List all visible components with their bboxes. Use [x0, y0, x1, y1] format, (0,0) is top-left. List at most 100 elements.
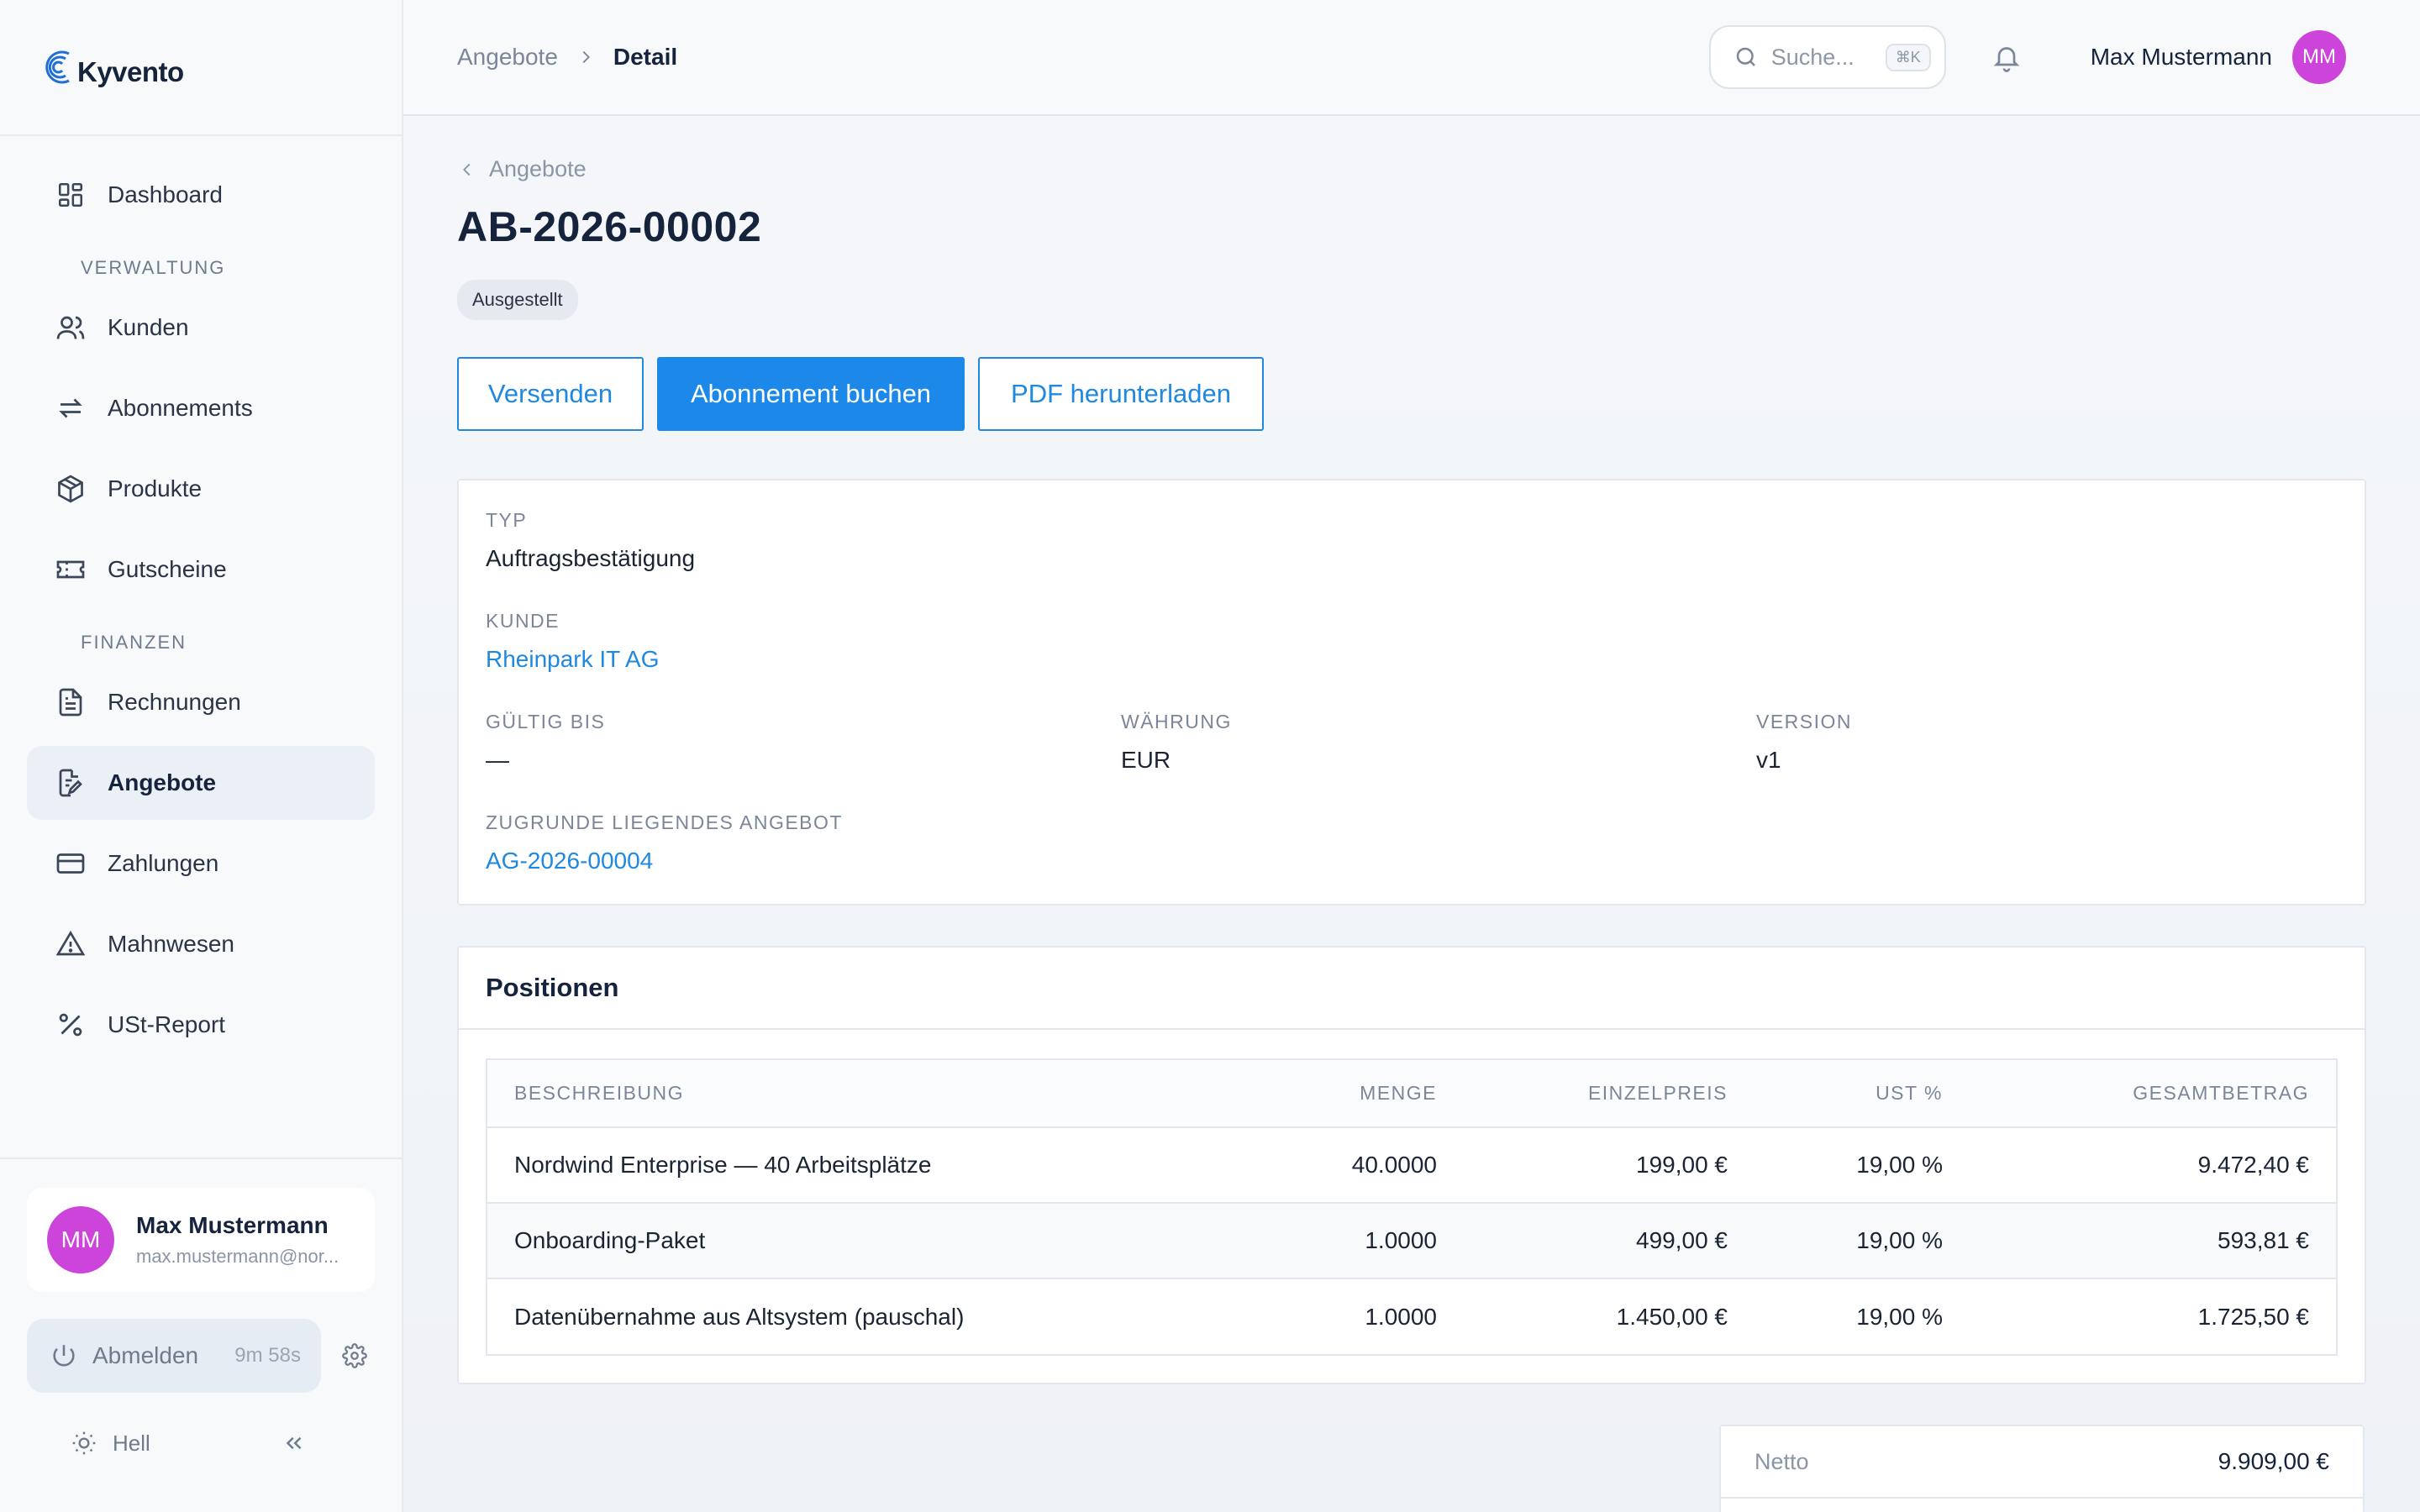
bell-icon[interactable] — [1988, 39, 2025, 76]
cell-qty: 40.0000 — [1227, 1127, 1437, 1204]
repeat-icon — [54, 391, 87, 425]
sidebar-item-rechnungen[interactable]: Rechnungen — [27, 665, 375, 739]
field-label: ZUGRUNDE LIEGENDES ANGEBOT — [486, 811, 843, 833]
sidebar-nav: Dashboard VERWALTUNG Kunden Abonnements — [0, 136, 402, 1062]
table-row: Onboarding-Paket 1.0000 499,00 € 19,00 %… — [487, 1203, 2336, 1279]
cell-unit-price: 199,00 € — [1437, 1127, 1728, 1204]
field-label: WÄHRUNG — [1121, 711, 1232, 732]
field-version: VERSION v1 — [1756, 711, 1852, 774]
search-shortcut-hint: ⌘K — [1885, 43, 1931, 71]
session-timer: 9m 58s — [234, 1344, 301, 1367]
search-box[interactable]: ⌘K — [1708, 25, 1946, 89]
logout-button[interactable]: Abmelden 9m 58s — [27, 1319, 321, 1393]
field-value: Auftragsbestätigung — [486, 545, 696, 571]
search-icon — [1733, 44, 1760, 71]
users-icon — [54, 311, 87, 344]
sun-icon[interactable] — [67, 1426, 101, 1460]
totals-card: Netto 9.909,00 € — [1719, 1425, 2365, 1512]
table-row: Datenübernahme aus Altsystem (pauschal) … — [487, 1278, 2336, 1354]
sidebar-item-abonnements[interactable]: Abonnements — [27, 371, 375, 445]
sidebar-item-label: Dashboard — [108, 181, 223, 207]
field-label: VERSION — [1756, 711, 1853, 732]
sidebar-item-angebote[interactable]: Angebote — [27, 746, 375, 820]
cell-description: Nordwind Enterprise — 40 Arbeitsplätze — [487, 1127, 1227, 1204]
sidebar-item-label: USt-Report — [108, 1011, 226, 1037]
chevron-left-icon — [457, 160, 477, 180]
cell-tax: 19,00 % — [1728, 1203, 1943, 1279]
gear-icon[interactable] — [338, 1339, 371, 1373]
cell-unit-price: 499,00 € — [1437, 1203, 1728, 1279]
user-email: max.mustermann@nor... — [136, 1246, 339, 1267]
sidebar-item-mahnwesen[interactable]: Mahnwesen — [27, 907, 375, 981]
field-valid-until: GÜLTIG BIS — — [486, 711, 605, 774]
breadcrumb: Angebote Detail — [457, 44, 677, 71]
search-input[interactable] — [1770, 44, 1881, 71]
field-base-offer: ZUGRUNDE LIEGENDES ANGEBOT AG-2026-00004 — [486, 811, 843, 874]
sidebar-item-kunden[interactable]: Kunden — [27, 291, 375, 365]
table-header-row: BESCHREIBUNG MENGE EINZELPREIS UST % GES… — [487, 1060, 2336, 1128]
column-header-description: BESCHREIBUNG — [487, 1060, 1227, 1128]
sidebar-item-label: Abonnements — [108, 395, 253, 421]
field-value: — — [486, 747, 509, 773]
download-pdf-button[interactable]: PDF herunterladen — [978, 357, 1264, 431]
chevron-right-icon — [576, 48, 595, 66]
cell-description: Datenübernahme aus Altsystem (pauschal) — [514, 1303, 965, 1330]
cell-qty: 1.0000 — [1227, 1203, 1437, 1279]
base-offer-link[interactable]: AG-2026-00004 — [486, 848, 843, 874]
book-subscription-button[interactable]: Abonnement buchen — [657, 357, 965, 431]
table-row: Nordwind Enterprise — 40 Arbeitsplätze 4… — [487, 1127, 2336, 1204]
nav-section-title: VERWALTUNG — [81, 257, 226, 278]
sidebar: Kyvento Dashboard VERWALTUNG Kunden Abon… — [0, 0, 403, 1512]
totals-row-net: Netto 9.909,00 € — [1721, 1426, 2363, 1499]
sidebar-item-dashboard[interactable]: Dashboard — [27, 158, 375, 232]
positions-card: Positionen BESCHREIBUNG MENGE EINZELPREI… — [457, 946, 2366, 1384]
invoice-icon — [54, 685, 87, 719]
page-title: AB-2026-00002 — [457, 203, 762, 250]
sidebar-item-ust-report[interactable]: USt-Report — [27, 988, 375, 1062]
percent-icon — [54, 1008, 87, 1042]
sidebar-item-zahlungen[interactable]: Zahlungen — [27, 827, 375, 900]
collapse-sidebar-icon[interactable] — [277, 1426, 311, 1460]
column-header-unit-price: EINZELPREIS — [1437, 1060, 1728, 1128]
customer-link[interactable]: Rheinpark IT AG — [486, 646, 659, 673]
sidebar-item-label: Zahlungen — [108, 850, 219, 876]
sidebar-item-gutscheine[interactable]: Gutscheine — [27, 533, 375, 606]
back-link[interactable]: Angebote — [457, 156, 2420, 182]
avatar: MM — [47, 1206, 114, 1273]
ticket-icon — [54, 553, 87, 586]
sidebar-item-label: Gutscheine — [108, 556, 227, 582]
column-header-qty: MENGE — [1227, 1060, 1437, 1128]
net-label: Netto — [1754, 1448, 1809, 1474]
sidebar-footer: MM Max Mustermann max.mustermann@nor... … — [0, 1158, 402, 1512]
logout-label: Abmelden — [92, 1342, 199, 1368]
power-icon — [47, 1339, 81, 1373]
field-customer: KUNDE Rheinpark IT AG — [486, 610, 659, 673]
field-type: TYP Auftragsbestätigung — [486, 509, 695, 572]
back-link-label: Angebote — [489, 156, 587, 181]
theme-toggle-label[interactable]: Hell — [113, 1431, 150, 1457]
field-label: GÜLTIG BIS — [486, 711, 606, 732]
breadcrumb-parent-link[interactable]: Angebote — [457, 44, 558, 71]
column-header-tax: UST % — [1728, 1060, 1943, 1128]
topbar-user-name[interactable]: Max Mustermann — [2091, 44, 2272, 71]
cell-total: 1.725,50 € — [2197, 1303, 2309, 1330]
quote-detail: Angebote AB-2026-00002 Ausgestellt Verse… — [403, 116, 2420, 431]
column-header-total: GESAMTBETRAG — [1943, 1060, 2336, 1128]
quote-edit-icon — [54, 766, 87, 800]
package-icon — [54, 472, 87, 506]
main-content: Angebote Detail ⌘K Max Mustermann — [403, 0, 2420, 1512]
cell-unit-price: 1.450,00 € — [1616, 1303, 1728, 1330]
sidebar-item-label: Angebote — [108, 769, 217, 795]
sidebar-user-card[interactable]: MM Max Mustermann max.mustermann@nor... — [27, 1188, 375, 1292]
avatar[interactable]: MM — [2292, 30, 2346, 84]
field-currency: WÄHRUNG EUR — [1121, 711, 1232, 774]
send-button[interactable]: Versenden — [457, 357, 644, 431]
breadcrumb-current: Detail — [613, 44, 678, 70]
field-label: KUNDE — [486, 610, 560, 632]
status-badge: Ausgestellt — [457, 280, 578, 320]
topbar: Angebote Detail ⌘K Max Mustermann — [403, 0, 2420, 116]
cell-total: 9.472,40 € — [1943, 1127, 2336, 1204]
sidebar-item-label: Produkte — [108, 475, 203, 501]
sidebar-item-produkte[interactable]: Produkte — [27, 452, 375, 526]
brand[interactable]: Kyvento — [0, 0, 402, 136]
